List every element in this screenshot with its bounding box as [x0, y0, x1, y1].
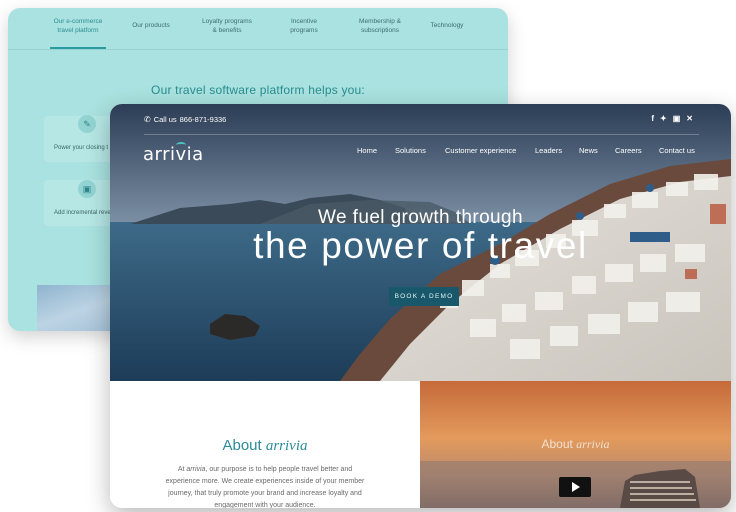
- about-title-brand: arrivia: [265, 438, 308, 454]
- back-nav-bar: Our e-commerce travel platform Our produ…: [8, 8, 508, 48]
- monitor-icon: ▣: [78, 180, 96, 198]
- call-us-label: Call us: [153, 115, 177, 124]
- back-nav-membership[interactable]: Membership & subscriptions: [350, 17, 410, 35]
- about-title: About arrivia: [110, 437, 420, 455]
- about-body-brand: arrivia: [186, 466, 206, 473]
- nav-news[interactable]: News: [579, 146, 598, 155]
- about-section: About arrivia At arrivia, our purpose is…: [110, 381, 420, 508]
- composite-screenshot: Our e-commerce travel platform Our produ…: [0, 0, 736, 512]
- about-title-prefix: About: [222, 437, 266, 454]
- back-feature-text: Add incremental reve: [54, 210, 111, 216]
- xing-icon[interactable]: ✕: [686, 114, 693, 123]
- hero-section: ✆ Call us 866-871-9336 f ✦ ▣ ✕ arrivia Hom…: [110, 104, 731, 381]
- hero-title: the power of travel: [253, 225, 588, 266]
- back-nav-incentive[interactable]: Incentive programs: [278, 17, 330, 35]
- video-title-prefix: About: [541, 437, 577, 451]
- about-body: At arrivia, our purpose is to help peopl…: [160, 464, 370, 508]
- nav-leaders[interactable]: Leaders: [535, 146, 562, 155]
- phone-icon: ✆: [144, 115, 151, 124]
- topbar-divider: [144, 134, 699, 135]
- nav-home[interactable]: Home: [357, 146, 377, 155]
- phone-number: 866-871-9336: [179, 115, 227, 124]
- arrivia-logo[interactable]: arrivia: [143, 144, 204, 165]
- back-nav-divider: [8, 49, 508, 50]
- back-nav-products[interactable]: Our products: [126, 21, 176, 30]
- call-us-link[interactable]: ✆ Call us 866-871-9336: [144, 115, 226, 124]
- facebook-icon[interactable]: f: [651, 114, 654, 123]
- back-feature-text: Power your closing t: [54, 145, 109, 151]
- nav-customer-experience[interactable]: Customer experience: [445, 146, 516, 155]
- back-nav-loyalty[interactable]: Loyalty programs & benefits: [194, 17, 260, 35]
- back-heading: Our travel software platform helps you:: [151, 83, 365, 97]
- nav-solutions[interactable]: Solutions: [395, 146, 426, 155]
- book-demo-button[interactable]: BOOK A DEMO: [389, 287, 459, 306]
- front-website-card: ✆ Call us 866-871-9336 f ✦ ▣ ✕ arrivia Hom…: [110, 104, 731, 508]
- nav-contact-us[interactable]: Contact us: [659, 146, 695, 155]
- play-icon: [572, 482, 580, 492]
- leaf-icon: ✎: [78, 115, 96, 133]
- twitter-icon[interactable]: ✦: [660, 114, 667, 123]
- social-links: f ✦ ▣ ✕: [651, 114, 693, 123]
- nav-careers[interactable]: Careers: [615, 146, 642, 155]
- back-nav-technology[interactable]: Technology: [424, 21, 470, 30]
- top-utility-bar: ✆ Call us 866-871-9336 f ✦ ▣ ✕: [110, 104, 731, 136]
- linkedin-icon[interactable]: ▣: [673, 114, 681, 123]
- video-title: About arrivia: [420, 437, 731, 452]
- back-nav-ecommerce[interactable]: Our e-commerce travel platform: [48, 17, 108, 35]
- video-section: About arrivia: [420, 381, 731, 508]
- video-title-brand: arrivia: [576, 437, 610, 451]
- play-button[interactable]: [559, 477, 591, 497]
